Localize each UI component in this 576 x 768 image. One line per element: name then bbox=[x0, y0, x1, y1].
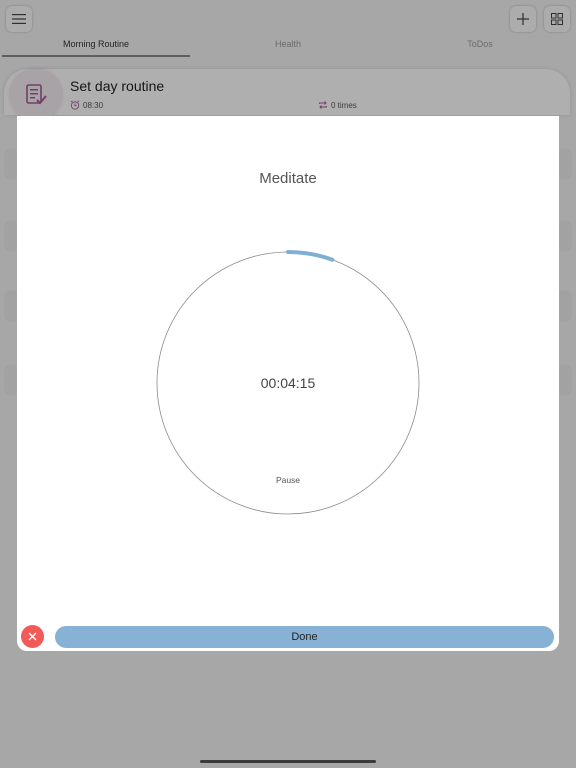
timer-modal: Meditate 00:04:15 Pause Done bbox=[17, 116, 559, 651]
close-icon bbox=[28, 632, 37, 641]
timer-display: 00:04:15 bbox=[260, 375, 316, 391]
done-button[interactable]: Done bbox=[55, 626, 554, 648]
activity-title: Meditate bbox=[259, 170, 317, 187]
pause-button[interactable]: Pause bbox=[258, 475, 318, 485]
close-button[interactable] bbox=[21, 625, 44, 648]
home-indicator bbox=[200, 760, 376, 763]
